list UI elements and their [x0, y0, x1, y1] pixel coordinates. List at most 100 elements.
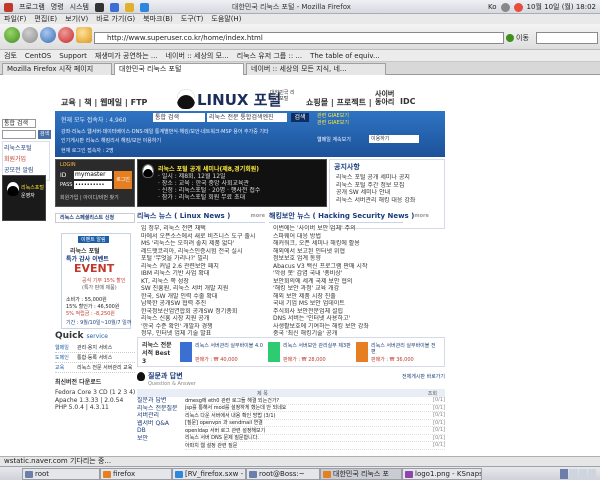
quick-row[interactable]: 웹메일 관리·용지 서비스	[55, 343, 135, 353]
volume-icon[interactable]	[500, 2, 510, 12]
bookmark-1[interactable]: CentOS	[25, 52, 51, 60]
terminal-launcher-icon[interactable]	[94, 2, 104, 12]
latest-title[interactable]: 최신버전 다운로드	[55, 377, 135, 386]
task-root-boss[interactable]: root@Boss:~	[246, 468, 320, 480]
menu-tools[interactable]: 도구(T)	[181, 14, 204, 24]
linux-news-item[interactable]: IBM 리눅스 기반 사업 확대	[137, 270, 265, 278]
browser-launcher-icon[interactable]	[109, 2, 119, 12]
nav-cyber-club[interactable]: 사이버 동아리	[375, 90, 394, 106]
left-search-button[interactable]: 검색	[38, 130, 51, 139]
quick-link-0[interactable]: 관련 GIAE보기	[317, 112, 349, 119]
menu-go[interactable]: 바로 가기(G)	[96, 14, 135, 24]
top-nav-left[interactable]: 교육 | 책 | 웹메일 | FTP	[61, 97, 147, 108]
mail-launcher-icon[interactable]	[124, 2, 134, 12]
menu-edit[interactable]: 편집(E)	[34, 14, 57, 24]
workspace-switcher[interactable]	[560, 469, 596, 479]
linux-news-item[interactable]: 한국정보산업연합회 공개SW 정기총회	[137, 308, 265, 316]
task-ksnapshot[interactable]: logo1.png - KSnaps	[402, 468, 482, 480]
qna-more[interactable]: 전체게시판 바로가기	[402, 373, 445, 380]
menu-view[interactable]: 보기(V)	[65, 14, 88, 24]
linux-news-item[interactable]: 마에서 오픈소스에서 새로 비즈니스 도구 출시	[137, 233, 265, 241]
linux-news-item[interactable]: 리눅스 커널 2.6 관련보안 패치	[137, 263, 265, 271]
forward-button[interactable]	[22, 27, 38, 43]
workspace-2[interactable]	[569, 469, 578, 479]
book-item[interactable]: 리눅스 서버보안 관리실무 제3판 판매가 : ₩ 28,000	[268, 341, 352, 365]
reload-button[interactable]	[40, 27, 56, 43]
nav-shop-project[interactable]: 쇼핑몰 | 프로젝트 |	[306, 98, 372, 107]
security-news-more[interactable]: more	[414, 213, 429, 219]
special-apply-link[interactable]: 리눅스 스페셜리스트 신청	[55, 213, 135, 223]
linux-news-item[interactable]: 리눅스 신흥 시장 지원 공개	[137, 315, 265, 323]
gnome-foot-icon[interactable]	[4, 2, 13, 12]
security-news-item[interactable]: 주식회사 보안전문업체 설립	[269, 308, 403, 316]
tab-linux-portal[interactable]: 대한민국 리눅스 포털	[114, 63, 244, 75]
panel-menu-programs[interactable]: 프로그램	[19, 2, 45, 12]
latest-item-0[interactable]: Fedora Core 3 CD (1 2 3 4)	[55, 389, 135, 397]
qna-category[interactable]: 서버관리	[137, 412, 185, 420]
security-news-item[interactable]: '악성 봇' 감염 국내 '총비상'	[269, 270, 403, 278]
latest-item-2[interactable]: PHP 5.0.4 | 4.3.11	[55, 404, 135, 412]
linux-news-item[interactable]: 한국, SW 개발 인력 수출 확대	[137, 293, 265, 301]
search-input[interactable]: 리눅스 전문 통합검색엔진	[207, 113, 287, 122]
task-root-terminal[interactable]: root	[22, 468, 100, 480]
quick-row[interactable]: 도메인 통합·등록 서비스	[55, 353, 135, 363]
web-search-input[interactable]	[536, 32, 598, 44]
portal-logo[interactable]: LINUX 포털 대한민국 리눅스포털	[177, 87, 297, 111]
security-news-item[interactable]: 사생활보호에 기여하는 해킹 보안 강좌	[269, 323, 403, 331]
menu-bookmarks[interactable]: 북마크(B)	[143, 14, 173, 24]
security-news-item[interactable]: 이번에는 '사이버 보안 업체' 주의	[269, 225, 403, 233]
search-button[interactable]: 검색	[291, 113, 309, 122]
bookmark-2[interactable]: Support	[59, 52, 87, 60]
linux-news-item[interactable]: 입 정부, 리눅스 전면 채택	[137, 225, 265, 233]
bookmark-6[interactable]: The table of equiv...	[310, 52, 380, 60]
login-pw-input[interactable]: ••••••••••	[74, 181, 112, 189]
panel-menu-system[interactable]: 시스템	[70, 2, 89, 12]
security-news-item[interactable]: 보안회의에 세계 국제 보안 협의	[269, 278, 403, 286]
qna-category[interactable]: 질문과 답변	[137, 397, 185, 405]
office-launcher-icon[interactable]	[139, 2, 149, 12]
qna-category[interactable]: DB	[137, 427, 185, 435]
security-news-item[interactable]: 해커워크, 오픈 세미나 해킹에 활용	[269, 240, 403, 248]
task-office-doc[interactable]: [RV_firefox.sxw - Op	[172, 468, 246, 480]
bookmark-0[interactable]: 검토	[4, 51, 17, 61]
event-box[interactable]: 이벤트 알림 리눅스 포털 특가 감사 이벤트 EVENT 공식 기부 15% …	[61, 233, 131, 329]
linux-news-more[interactable]: more	[250, 213, 265, 219]
security-news-item[interactable]: 해외에서 보고된 인터넷 위협	[269, 248, 403, 256]
sub-link[interactable]: 웹메일 계속보기	[317, 136, 351, 143]
workspace-4[interactable]	[587, 469, 596, 479]
notice-item-3[interactable]: 리눅스 서버관리 해킹 대응 강좌	[330, 197, 444, 205]
panel-menu-actions[interactable]: 명령	[51, 2, 64, 12]
notice-item-1[interactable]: 리눅스 포털 주간 정보 모집	[330, 182, 444, 190]
url-input[interactable]: http://www.superuser.co.kr/home/index.ht…	[94, 32, 504, 44]
linux-news-item[interactable]: MS '리눅스는 오히려 좋지 제품 없다'	[137, 240, 265, 248]
menu-file[interactable]: 파일(F)	[4, 14, 26, 24]
linux-news-item[interactable]: '한국 수준 확인' 개발자 경쟁	[137, 323, 265, 331]
search-select[interactable]: 통합 검색	[153, 113, 205, 122]
security-news-item[interactable]: 해외 보안 제품 시장 진출	[269, 293, 403, 301]
clock[interactable]: 10월 10일 (월) 18:02	[527, 2, 596, 12]
seminar-box[interactable]: 리눅스 포털 공개 세미나(제8,경기회원) · 일시 : 제8회, 12월 1…	[137, 159, 327, 207]
qna-row[interactable]: 아파치 웹 설정 관련 질문 [0/1]	[185, 442, 445, 450]
linux-news-item[interactable]: 레드햇코리아, 리눅스인증시험 전국 실시	[137, 248, 265, 256]
menu-help[interactable]: 도움말(H)	[211, 14, 241, 24]
login-button[interactable]: 로그인	[114, 171, 132, 189]
security-news-item[interactable]: 국내 기업 MS 보안 업데이트	[269, 300, 403, 308]
notice-item-0[interactable]: 리눅스 포털 공개 세미나 공지	[330, 174, 444, 182]
bookmark-4[interactable]: 네이버 :: 세상의 모...	[166, 51, 229, 61]
linux-news-item[interactable]: KT, 리눅스 쪽 성장	[137, 278, 265, 286]
task-linux-portal[interactable]: 대한민국 리눅스 포	[320, 468, 402, 480]
book-item[interactable]: 리눅스 서버관리 실무바이블 4.0 판매가 : ₩ 40,000	[180, 341, 264, 365]
workspace-3[interactable]	[578, 469, 587, 479]
security-news-item[interactable]: 스파웨어 대응 방법	[269, 233, 403, 241]
qna-category[interactable]: 웹서버 Q&A	[137, 420, 185, 428]
go-button[interactable]: 이동	[506, 32, 536, 44]
back-button[interactable]	[4, 27, 20, 43]
linux-news-item[interactable]: SW 진흥원, 리눅스 서버 개발 지원	[137, 285, 265, 293]
security-news-item[interactable]: '해킹 보안 과정' 교육 개강	[269, 285, 403, 293]
qna-category[interactable]: 보안	[137, 435, 185, 443]
security-news-item[interactable]: Abacus V3 백신 프로그램 판매 시작	[269, 263, 403, 271]
tab-firefox-start[interactable]: Mozilla Firefox 시작 페이지	[2, 63, 112, 75]
security-news-item[interactable]: DNS 서버는 '인터넷 사용하고'	[269, 315, 403, 323]
security-news-item[interactable]: 정보보호 업계 동향	[269, 255, 403, 263]
latest-item-1[interactable]: Apache 1.3.33 | 2.0.54	[55, 397, 135, 405]
